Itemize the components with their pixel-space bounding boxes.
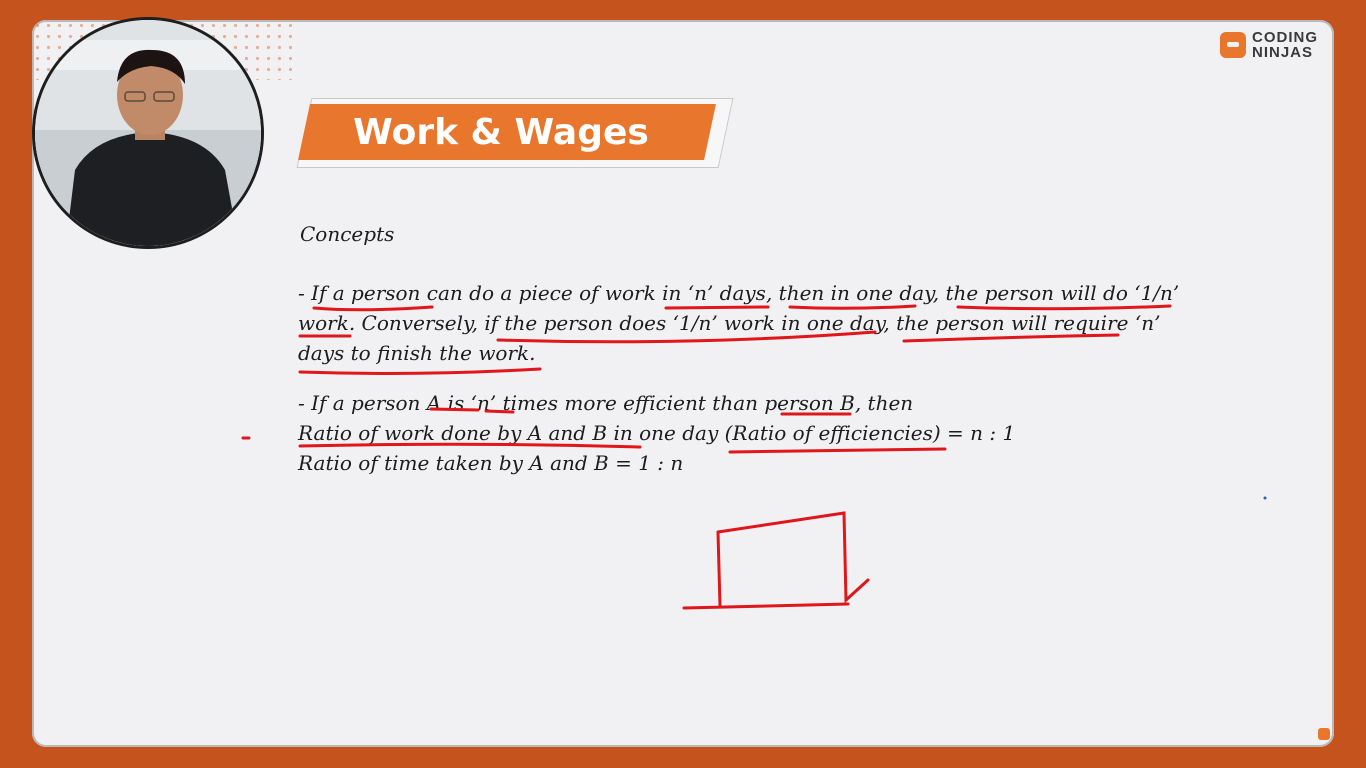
concept-line-4: - If a person A is ‘n’ times more effici… [298, 391, 914, 415]
concept-line-2: work. Conversely, if the person does ‘1/… [298, 311, 1161, 335]
coding-ninjas-logo: CODING NINJAS [1220, 30, 1318, 60]
concept-line-6: Ratio of time taken by A and B = 1 : n [298, 451, 684, 475]
logo-mark-icon [1220, 32, 1246, 58]
concept-line-5: Ratio of work done by A and B in one day… [298, 421, 1016, 445]
section-heading: Concepts [300, 222, 395, 246]
presenter-webcam [32, 17, 264, 249]
concept-line-3: days to finish the work. [298, 341, 536, 365]
presenter-image [35, 20, 261, 246]
slide-title: Work & Wages [353, 111, 649, 153]
title-banner: Work & Wages [296, 98, 734, 168]
logo-line1: CODING [1252, 29, 1318, 46]
logo-line2: NINJAS [1252, 44, 1314, 61]
concept-line-1: - If a person can do a piece of work in … [298, 281, 1180, 305]
watermark-logo-icon [1318, 728, 1330, 740]
